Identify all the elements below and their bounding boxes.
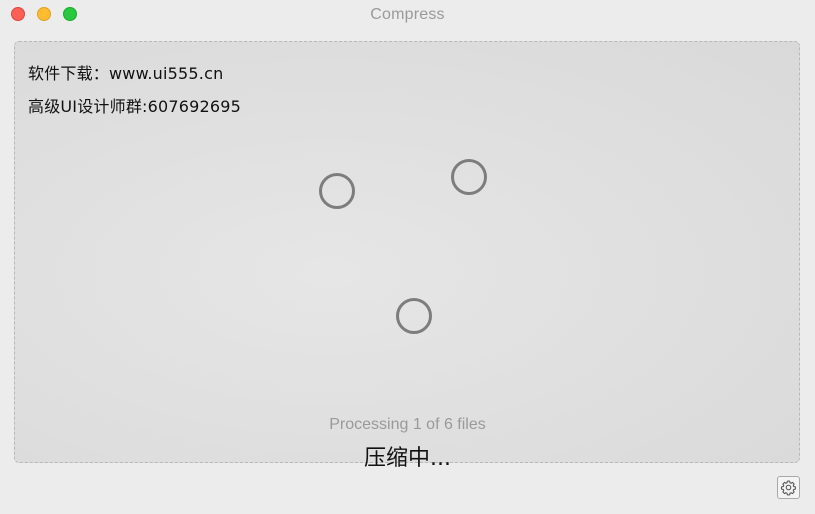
watermark-group: 高级UI设计师群:607692695	[28, 97, 242, 116]
spinner-circle	[396, 298, 432, 334]
spinner-circle	[451, 159, 487, 195]
gear-icon	[780, 480, 797, 496]
watermark-download: 软件下载：www.ui555.cn	[28, 64, 224, 83]
app-window: Compress 软件下载：www.ui555.cn 高级UI设计师群:6076…	[0, 0, 815, 514]
compressing-label: 压缩中...	[364, 446, 451, 471]
window-title: Compress	[370, 6, 445, 23]
processing-status: Processing 1 of 6 files	[329, 416, 486, 433]
title-bar[interactable]: Compress	[0, 0, 815, 30]
settings-button[interactable]	[777, 476, 800, 499]
spinner-circle	[319, 173, 355, 209]
